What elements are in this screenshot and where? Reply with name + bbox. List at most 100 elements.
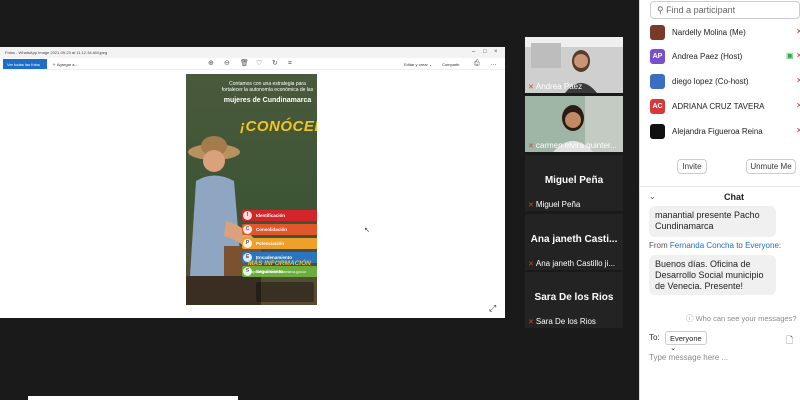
minimize-icon[interactable]: – — [472, 49, 475, 55]
avatar — [650, 25, 665, 40]
video-tile-andrea-paez[interactable]: ✕ Andrea Paez — [525, 37, 623, 93]
poster-step-badge: I — [243, 211, 252, 220]
muted-mic-icon: ✕ — [796, 51, 800, 60]
share-photo-label: Compartir — [442, 62, 460, 67]
tile-name-label: ✕ Andrea Paez — [528, 82, 583, 91]
poster-step-1: C Consolidación — [242, 224, 317, 235]
find-participant-input[interactable]: ⚲ Find a participant — [650, 1, 800, 19]
file-icon[interactable]: 🗋 — [786, 333, 793, 349]
poster-call-to-action: ¡CONÓCELA! — [240, 118, 317, 135]
poster-step-badge: C — [243, 225, 252, 234]
muted-mic-icon: ✕ — [796, 76, 800, 85]
tile-display-name: Sara De los Rios — [534, 292, 614, 303]
poster-heading-strong: mujeres de Cundinamarca — [223, 97, 312, 104]
video-tile-sara-de-los-rios[interactable]: Sara De los Rios ✕ Sara De los Rios — [525, 272, 623, 328]
participant-row[interactable]: Alejandra Figueroa Reina ✕ — [650, 122, 800, 142]
find-participant-placeholder: Find a participant — [666, 5, 736, 15]
tile-name-label: ✕ Sara De los Rios — [528, 317, 596, 326]
photos-window-title: Fotos - WhatsApp Image 2021-09-23 at 11.… — [5, 50, 108, 55]
chat-title: Chat — [724, 192, 744, 202]
print-icon[interactable]: ⎙ — [474, 60, 480, 67]
tile-display-name: Miguel Peña — [544, 175, 604, 186]
participant-name: ADRIANA CRUZ TAVERA — [672, 102, 765, 111]
message-visibility-link[interactable]: ⓘ Who can see your messages? — [686, 313, 796, 324]
video-tile-ana-janeth[interactable]: Ana janeth Casti... ✕ Ana janeth Castillo… — [525, 214, 623, 270]
favorite-icon[interactable]: ♡ — [256, 60, 262, 67]
poster-step-badge: P — [243, 239, 252, 248]
crop-icon[interactable]: ⌗ — [288, 60, 292, 67]
tile-display-name: Ana janeth Casti... — [530, 234, 618, 245]
muted-mic-icon: ✕ — [528, 261, 534, 268]
see-all-photos-button[interactable]: Ver todas las fotos — [3, 59, 47, 69]
chat-message-input[interactable] — [649, 350, 794, 364]
recipient-select[interactable]: Everyone ⌄ — [665, 331, 707, 352]
participant-name: Alejandra Figueroa Reina — [672, 127, 763, 136]
maximize-icon[interactable]: □ — [483, 49, 487, 55]
search-icon: ⚲ — [657, 5, 664, 15]
muted-mic-icon: ✕ — [796, 101, 800, 110]
rotate-icon[interactable]: ↻ — [272, 60, 278, 67]
edit-create-button[interactable]: Editar y crear ⌄ — [404, 62, 432, 67]
avatar: AC — [650, 99, 665, 114]
video-on-icon: ▣ — [786, 51, 794, 60]
poster-step-label: Consolidación — [256, 227, 288, 232]
participant-row[interactable]: diego lopez (Co-host) ✕ — [650, 72, 800, 92]
close-icon[interactable]: × — [494, 49, 498, 55]
shared-screen: Fotos - WhatsApp Image 2021-09-23 at 11.… — [0, 47, 505, 318]
to-label: To: — [649, 333, 660, 342]
tile-name-label: ✕ Miguel Peña — [528, 200, 581, 209]
zoom-out-icon[interactable]: ⊖ — [224, 60, 230, 67]
add-to-label: Agregar a... — [56, 62, 78, 67]
video-tile-miguel-pena[interactable]: Miguel Peña ✕ Miguel Peña — [525, 155, 623, 211]
participant-row[interactable]: Nardelly Molina (Me) ✕ — [650, 23, 800, 43]
chevron-down-icon[interactable]: ⌄ — [649, 192, 656, 201]
avatar — [650, 74, 665, 89]
poster-more-info: MÁS INFORMACIÓN — [248, 260, 311, 267]
muted-mic-icon: ✕ — [796, 27, 800, 36]
muted-mic-icon: ✕ — [528, 84, 534, 91]
poster-step-2: P Potenciación — [242, 238, 317, 249]
share-photo-button[interactable]: Compartir — [442, 62, 460, 67]
more-icon[interactable]: … — [490, 60, 497, 67]
participant-row[interactable]: AP Andrea Paez (Host) ▣ ✕ — [650, 47, 800, 67]
participant-name: diego lopez (Co-host) — [672, 77, 749, 86]
poster-step-label: Identificación — [256, 213, 286, 218]
chat-header: ⌄ Chat — [639, 186, 800, 206]
zoom-in-icon[interactable]: ⊕ — [208, 60, 214, 67]
avatar: AP — [650, 49, 665, 64]
video-tile-carmen[interactable]: ✕ carmen elvira quinter... — [525, 96, 623, 152]
muted-mic-icon: ✕ — [796, 126, 800, 135]
photo-viewer: Contamos con una estrategia para fortale… — [0, 70, 505, 318]
recipient-name: Everyone — [745, 241, 779, 250]
poster-step-0: I Identificación — [242, 210, 317, 221]
sender-name: Fernanda Concha — [669, 241, 734, 250]
participant-name: Andrea Paez (Host) — [672, 52, 743, 61]
bottom-progress-bar — [28, 396, 238, 400]
add-to-button[interactable]: ＋ Agregar a... — [52, 62, 78, 68]
poster-step-label: Potenciación — [256, 241, 285, 246]
poster-heading: Contamos con una estrategia para fortale… — [221, 81, 314, 93]
expand-icon[interactable]: ⤢ — [489, 303, 496, 314]
participant-name: Nardelly Molina (Me) — [672, 28, 746, 37]
tile-name-label: ✕ carmen elvira quinter... — [528, 141, 617, 150]
poster-url: dirgrupoautonomiacundinamarca.gov.co — [244, 270, 307, 274]
muted-mic-icon: ✕ — [528, 143, 534, 150]
muted-mic-icon: ✕ — [528, 202, 534, 209]
avatar — [650, 124, 665, 139]
campaign-poster: Contamos con una estrategia para fortale… — [186, 74, 317, 305]
info-icon: ⓘ — [686, 314, 694, 323]
chat-message-bubble: Buenos días. Oficina de Desarrollo Socia… — [649, 255, 776, 296]
poster-logos — [256, 282, 314, 302]
invite-button[interactable]: Invite — [677, 159, 707, 174]
mouse-cursor-icon: ↖ — [364, 227, 370, 234]
edit-create-label: Editar y crear — [404, 62, 428, 67]
unmute-me-button[interactable]: Unmute Me — [746, 159, 796, 174]
photos-title-bar: Fotos - WhatsApp Image 2021-09-23 at 11.… — [0, 47, 505, 58]
delete-icon[interactable]: 🗑 — [240, 60, 249, 67]
photos-toolbar: Ver todas las fotos ＋ Agregar a... ⊕ ⊖ 🗑… — [0, 58, 505, 70]
tile-name-label: ✕ Ana janeth Castillo ji... — [528, 259, 616, 268]
muted-mic-icon: ✕ — [528, 319, 534, 326]
participant-row[interactable]: AC ADRIANA CRUZ TAVERA ✕ — [650, 97, 800, 117]
chat-message-meta: From Fernanda Concha to Everyone: — [649, 241, 782, 250]
chat-message-bubble: manantial presente Pacho Cundinamarca — [649, 206, 776, 237]
